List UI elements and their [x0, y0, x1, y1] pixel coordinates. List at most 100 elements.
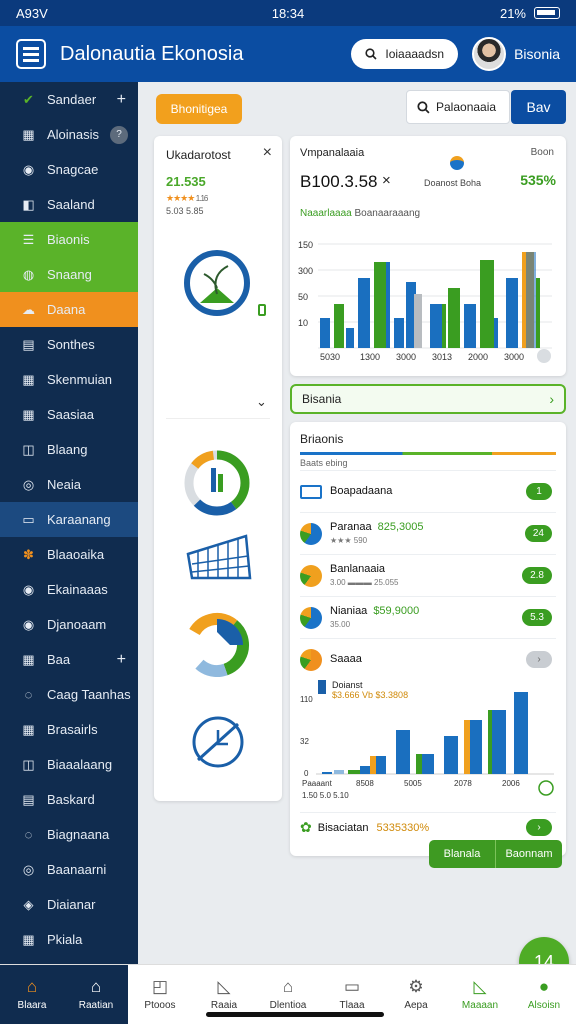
- list-item-label: Banlanaaia: [330, 562, 386, 575]
- small-tag-icon: [258, 304, 266, 316]
- grid-icon: ▦: [22, 126, 35, 142]
- user-name[interactable]: Bisonia: [514, 46, 560, 62]
- list-item-icon: [300, 606, 322, 629]
- sidebar-item[interactable]: ▦ Aloinasis?: [0, 117, 138, 152]
- list-item-tag[interactable]: 2.8: [522, 567, 552, 584]
- bottom-nav-item[interactable]: ⚙ Aepa: [384, 965, 448, 1024]
- sidebar-item[interactable]: ▦ Saasiaa: [0, 397, 138, 432]
- primary-button[interactable]: Bav: [511, 90, 566, 124]
- sidebar-item-label: Snagcae: [47, 162, 99, 177]
- building-icon: [186, 534, 252, 580]
- sidebar-item[interactable]: ◍ Snaang: [0, 257, 138, 292]
- bar-chart: 150 300 50 10 5030 1300 3000 3013 2000 3…: [298, 240, 552, 363]
- sidebar-item[interactable]: ◎ Neaia: [0, 467, 138, 502]
- list-item-tag[interactable]: ›: [526, 651, 552, 668]
- bottom-nav-label: Blaara: [17, 1000, 47, 1011]
- sidebar-item[interactable]: ▦ Brasairls: [0, 712, 138, 747]
- footer-tag[interactable]: ›: [526, 819, 552, 836]
- x-label: 3000: [396, 352, 416, 362]
- sidebar-item[interactable]: ▦ Skenmuian: [0, 362, 138, 397]
- doc-icon: ▤: [22, 336, 35, 352]
- stats-card-right-label[interactable]: Boon: [531, 147, 554, 158]
- sidebar-item-label: Karaanang: [47, 512, 111, 527]
- list-item-tag[interactable]: 5.3: [522, 609, 552, 626]
- x-label: 2006: [502, 779, 520, 788]
- table-icon: ▦: [22, 406, 35, 422]
- sidebar-item[interactable]: ☁ Daana: [0, 292, 138, 327]
- avatar[interactable]: [472, 37, 507, 71]
- sidebar-item[interactable]: ◧ Saaland: [0, 187, 138, 222]
- list-item[interactable]: Boapadaana 1: [300, 470, 556, 512]
- sidebar-item[interactable]: ◉ Djanoaam: [0, 607, 138, 642]
- green-row-label: Bisania: [302, 392, 342, 406]
- bottom-nav-item[interactable]: ◺ Maaaan: [448, 965, 512, 1024]
- search-icon: [365, 48, 377, 60]
- bottom-nav-label: Dlentioa: [269, 1000, 307, 1011]
- sidebar-item-label: Saasiaa: [47, 407, 94, 422]
- battery-icon: [534, 7, 560, 19]
- header-search-pill[interactable]: Ioiaaaadsn: [351, 39, 459, 69]
- stats-percent: 535%: [520, 172, 556, 188]
- plus-icon[interactable]: +: [117, 651, 126, 669]
- list-card-title: Briaonis: [300, 432, 344, 446]
- list-item[interactable]: Banlanaaia 3.00 ▬▬▬ 25.055 2.8: [300, 554, 556, 596]
- sidebar-item[interactable]: ◌ Biagnaana: [0, 817, 138, 852]
- plus-icon[interactable]: +: [117, 91, 126, 109]
- sidebar-item[interactable]: ✔ Sandaer +: [0, 82, 138, 117]
- sidebar-item[interactable]: ◉ Ekainaaas: [0, 572, 138, 607]
- list-card-footer[interactable]: ✿ Bisaciatan 5335330% ›: [300, 812, 556, 842]
- sidebar-item[interactable]: ◌ Caag Taanhas: [0, 677, 138, 712]
- close-icon[interactable]: ×: [263, 144, 272, 162]
- sidebar-item[interactable]: ◈ Diaianar: [0, 887, 138, 922]
- list-item[interactable]: Saaaa ›: [300, 638, 556, 680]
- sidebar-item[interactable]: ☰ Biaonis: [0, 222, 138, 257]
- footer-left-button[interactable]: Blanala: [429, 840, 496, 868]
- calendar-icon: ▭: [343, 977, 361, 996]
- help-icon[interactable]: ?: [110, 125, 128, 144]
- x-label: 8508: [356, 779, 374, 788]
- list-item-tag[interactable]: 1: [526, 483, 552, 500]
- list-item-tag[interactable]: 24: [524, 525, 552, 542]
- progress-stripe: [300, 452, 556, 455]
- chevron-down-icon[interactable]: ⌄: [256, 394, 267, 410]
- sidebar-item[interactable]: ◫ Biaaalaang: [0, 747, 138, 782]
- bars-2: [322, 692, 528, 774]
- list-item-icon: [300, 522, 322, 545]
- list-item-label: Paranaa: [330, 520, 372, 533]
- status-carrier: A93V: [16, 5, 48, 21]
- sidebar-item[interactable]: ▭ Karaanang: [0, 502, 138, 537]
- x-axis-labels-2: Paaaant 8508 5005 2078 2006 1.50 5.0 5.1…: [302, 779, 520, 800]
- sidebar-item[interactable]: ✽ Blaaoaika: [0, 537, 138, 572]
- close-icon[interactable]: ×: [382, 172, 391, 189]
- list-item[interactable]: Nianiaa $59,9000 35.00 5.3: [300, 596, 556, 638]
- status-bar: A93V 18:34 21%: [0, 0, 576, 26]
- sidebar-item[interactable]: ◎ Baanaarni: [0, 852, 138, 887]
- sidebar-item[interactable]: ◉ Snagcae: [0, 152, 138, 187]
- bottom-nav-item[interactable]: ● Alsoisn: [512, 965, 576, 1024]
- bar-chart-2: Doianst $3.666 Vb $3.3808 110 32 0 Paaaa…: [300, 680, 554, 800]
- green-expand-row[interactable]: Bisania ›: [290, 384, 566, 414]
- list-item[interactable]: Paranaa 825,3005 ★★★ 590 24: [300, 512, 556, 554]
- sidebar-item[interactable]: ▦ Baa +: [0, 642, 138, 677]
- stats-small-label: Doanost Boha: [424, 178, 482, 188]
- table-icon: ▦: [22, 931, 35, 947]
- search-input[interactable]: Palaonaaia: [406, 90, 510, 124]
- circle-icon: ◎: [22, 476, 35, 492]
- footer-right-button[interactable]: Baonnam: [496, 840, 562, 868]
- stars-icon: ★★★★: [166, 193, 195, 203]
- sidebar-item[interactable]: ▤ Baskard: [0, 782, 138, 817]
- orange-action-button[interactable]: Bhonitigea: [156, 94, 242, 124]
- main-content: Bhonitigea Palaonaaia Bav Ukadarotost × …: [138, 82, 576, 964]
- sidebar-item-label: Biaaalaang: [47, 757, 113, 772]
- legend-a: Naaarlaaaa: [300, 208, 352, 219]
- sidebar-item[interactable]: ▦ Pkiala: [0, 922, 138, 957]
- bottom-nav-item[interactable]: ⌂ Raatian: [64, 965, 128, 1024]
- summary-value: 21.535: [166, 174, 206, 189]
- bottom-nav-item[interactable]: ⌂ Blaara: [0, 965, 64, 1024]
- app-bar: Dalonautia Ekonosia Ioiaaaadsn Bisonia: [0, 26, 576, 82]
- sidebar-item[interactable]: ◫ Blaang: [0, 432, 138, 467]
- stats-big-value: B100.3.58: [300, 172, 378, 191]
- sidebar-item-label: Pkiala: [47, 932, 83, 947]
- sidebar-item[interactable]: ▤ Sonthes: [0, 327, 138, 362]
- bottom-nav-item[interactable]: ◰ Ptooos: [128, 965, 192, 1024]
